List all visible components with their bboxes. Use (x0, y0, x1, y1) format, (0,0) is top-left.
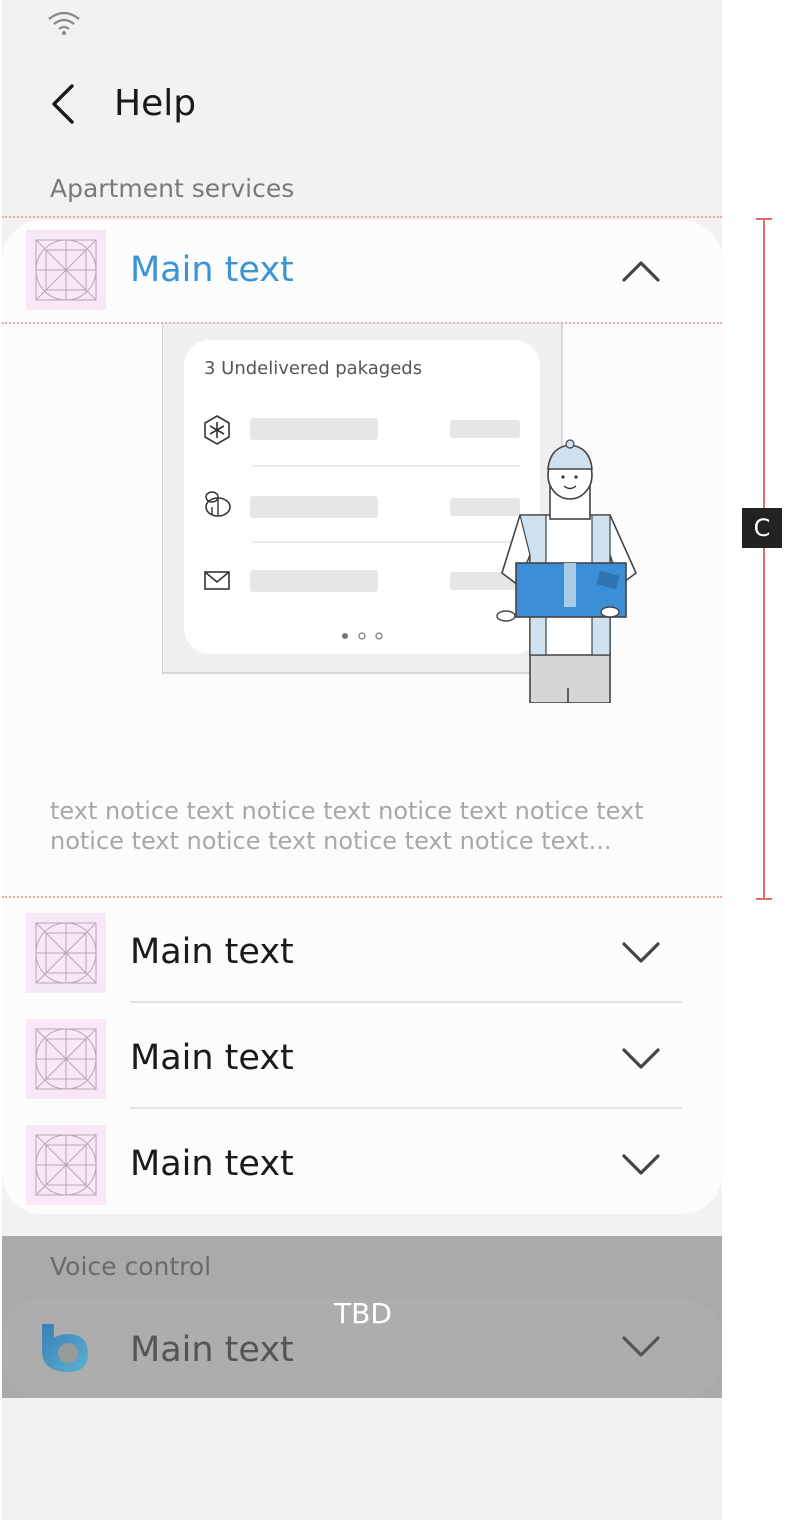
notice-text: text notice text notice text notice text… (50, 797, 644, 855)
app-screen: Help Apartment services Main text 3 Unde… (2, 0, 722, 1520)
voice-control-section: Voice control Main text TBD (2, 1236, 722, 1398)
app-header: Help (2, 72, 722, 136)
list-item-label: Main text (130, 932, 294, 972)
spacing-guideline (2, 216, 722, 218)
list-item[interactable]: Main text (2, 1006, 722, 1112)
chevron-down-icon[interactable] (616, 1324, 666, 1370)
chevron-up-icon[interactable] (616, 248, 666, 294)
bixby-icon (42, 1324, 88, 1372)
expanded-list-item[interactable]: Main text (2, 220, 722, 326)
chevron-down-icon[interactable] (616, 930, 666, 976)
placeholder-icon (26, 913, 106, 993)
placeholder-icon (26, 1019, 106, 1099)
section-header-voice: Voice control (50, 1252, 212, 1281)
tbd-overlay-label: TBD (334, 1297, 392, 1330)
spacing-guideline (2, 896, 722, 898)
list-item[interactable]: Main text (2, 1112, 722, 1214)
section-header-apartment: Apartment services (50, 174, 295, 203)
page-title: Help (114, 83, 197, 124)
voice-item-label: Main text (130, 1330, 294, 1370)
list-divider (130, 1107, 682, 1109)
delivery-illustration: 3 Undelivered pakageds (162, 323, 637, 703)
illustration-card-title: 3 Undelivered pakageds (204, 358, 422, 379)
wifi-icon (48, 11, 80, 35)
measurement-bracket (756, 218, 772, 900)
expanded-item-label: Main text (130, 250, 294, 290)
apartment-services-card: Main text 3 Undelivered pakageds text no… (2, 220, 722, 1214)
placeholder-icon (26, 1125, 106, 1205)
list-item-label: Main text (130, 1038, 294, 1078)
list-item-label: Main text (130, 1144, 294, 1184)
list-item[interactable]: Main text (2, 900, 722, 1006)
back-arrow-icon[interactable] (42, 82, 86, 126)
chevron-down-icon[interactable] (616, 1142, 666, 1188)
chevron-down-icon[interactable] (616, 1036, 666, 1082)
list-divider (130, 1001, 682, 1003)
measurement-label: C (742, 508, 782, 548)
placeholder-icon (26, 230, 106, 310)
